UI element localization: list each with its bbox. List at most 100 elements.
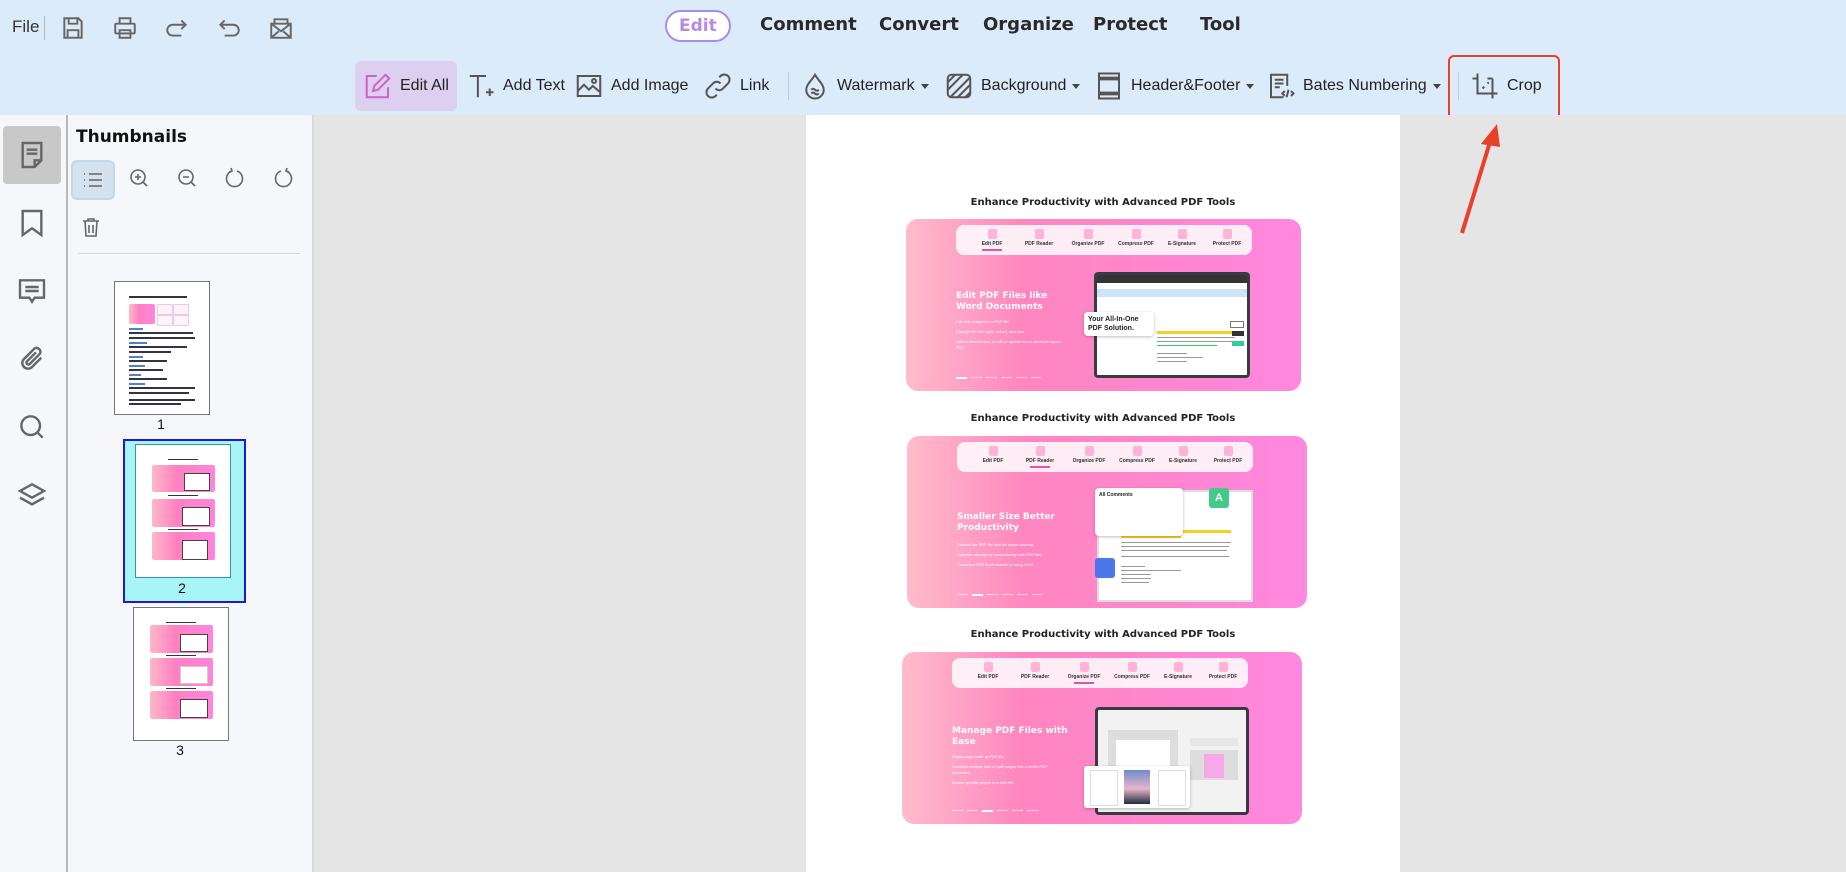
add-text-icon	[469, 75, 494, 98]
zoom-in-icon	[130, 169, 148, 187]
banner-tab: Protect PDF	[1197, 229, 1257, 247]
layers-icon[interactable]	[3, 466, 61, 524]
caret-down-icon	[1246, 83, 1255, 89]
banner-tabs: Edit PDF PDF Reader Organize PDF Compres…	[957, 442, 1253, 472]
rotate-left-button[interactable]	[215, 160, 255, 196]
thumbnail-page-2[interactable]: 2	[123, 439, 246, 603]
carousel-dots	[952, 810, 1038, 812]
bates-numbering-dropdown[interactable]: Bates Numbering	[1266, 61, 1441, 111]
thumbnails-icon[interactable]	[3, 126, 61, 184]
list-view-button[interactable]	[71, 160, 115, 200]
banner-bullet: Extract specific pages to a new file.	[952, 780, 1015, 785]
main-menu: Edit Comment Convert Organize Protect To…	[0, 10, 1846, 44]
divider	[78, 253, 300, 254]
pencil-icon	[365, 73, 391, 99]
thumbnail-page-3[interactable]: 3	[133, 605, 233, 758]
rotate-right-button[interactable]	[263, 160, 303, 196]
banner-tabs: Edit PDF PDF Reader Organize PDF Compres…	[956, 225, 1252, 255]
tab-protect[interactable]: Protect	[1093, 14, 1168, 35]
banner-bullet: Combine multiple files or split pages in…	[952, 764, 1048, 775]
top-toolbar: File Edit Comment Convert Organize Prote…	[0, 0, 1846, 115]
tab-organize[interactable]: Organize	[983, 14, 1074, 35]
page-preview	[133, 607, 229, 741]
page-preview	[135, 444, 231, 578]
crop-label: Crop	[1507, 77, 1542, 94]
caret-down-icon	[1432, 83, 1441, 89]
rotate-right-icon	[274, 167, 293, 188]
panel-title: Thumbnails	[76, 127, 188, 147]
sidebar-rail	[0, 115, 68, 872]
watermark-icon	[805, 72, 825, 100]
page-number: 1	[157, 416, 165, 432]
caret-down-icon	[1072, 83, 1081, 89]
background-dropdown[interactable]: Background	[944, 61, 1081, 111]
crop-button[interactable]: Crop	[1470, 61, 1542, 111]
banner-heading: Smaller Size Better Productivity	[957, 512, 1055, 533]
banner-edit-pdf: Edit PDF PDF Reader Organize PDF Compres…	[906, 219, 1301, 391]
watermark-label: Watermark	[837, 77, 915, 94]
banner-callout: Your All-In-One PDF Solution.	[1084, 312, 1154, 336]
section-title: Enhance Productivity with Advanced PDF T…	[970, 629, 1236, 640]
tab-convert[interactable]: Convert	[879, 14, 959, 35]
background-label: Background	[981, 77, 1067, 94]
banner-bullet: Change the font style, colors, and size.	[956, 329, 1025, 334]
add-text-label: Add Text	[503, 77, 565, 94]
tab-tool[interactable]: Tool	[1200, 14, 1241, 35]
attachment-icon[interactable]	[3, 330, 61, 388]
banner-bullet: Add or remove text, to edit or update an…	[956, 339, 1061, 350]
banner-bullet: Reduce the PDF file size for easier shar…	[957, 542, 1035, 547]
page-preview	[114, 281, 210, 415]
divider	[788, 72, 789, 100]
page-number: 3	[176, 742, 184, 758]
divider	[1458, 72, 1459, 100]
section-title: Enhance Productivity with Advanced PDF T…	[970, 413, 1236, 424]
thumbnails-panel: Thumbnails 1 2 3	[68, 115, 315, 872]
banner-tabs: Edit PDF PDF Reader Organize PDF Compres…	[952, 658, 1248, 688]
trash-icon	[83, 218, 99, 237]
banner-compress-pdf: Edit PDF PDF Reader Organize PDF Compres…	[907, 436, 1307, 608]
banner-bullet: Edit text, images in a PDF file.	[956, 319, 1010, 324]
edit-all-button[interactable]: Edit All	[355, 61, 457, 111]
search-icon[interactable]	[3, 398, 61, 456]
add-image-label: Add Image	[611, 77, 689, 94]
rotate-left-icon	[225, 167, 244, 188]
section-title: Enhance Productivity with Advanced PDF T…	[970, 197, 1236, 208]
thumbnail-page-1[interactable]: 1	[111, 279, 211, 432]
document-icon	[1095, 558, 1115, 578]
bates-numbering-icon	[1270, 73, 1295, 99]
tab-comment[interactable]: Comment	[760, 14, 857, 35]
crop-icon	[1472, 73, 1498, 99]
bookmark-icon[interactable]	[3, 194, 61, 252]
link-label: Link	[740, 77, 770, 94]
header-footer-label: Header&Footer	[1131, 77, 1241, 94]
header-footer-icon	[1098, 72, 1120, 100]
tab-edit[interactable]: Edit	[665, 10, 731, 42]
pdf-page: Enhance Productivity with Advanced PDF T…	[806, 115, 1400, 872]
page-number: 2	[178, 580, 186, 596]
list-icon	[84, 173, 102, 187]
delete-page-button[interactable]	[71, 209, 111, 245]
banner-tab: Protect PDF	[1193, 662, 1253, 680]
page-organizer-preview	[1084, 766, 1190, 808]
banner-bullet: Adjust page order of PDF file.	[952, 754, 1005, 759]
banner-organize-pdf: Edit PDF PDF Reader Organize PDF Compres…	[902, 652, 1302, 824]
carousel-dots	[956, 377, 1042, 379]
comment-icon[interactable]	[3, 262, 61, 320]
background-icon	[946, 73, 972, 99]
image-icon	[576, 75, 602, 97]
add-image-button[interactable]: Add Image	[574, 61, 688, 111]
banner-heading: Edit PDF Files like Word Documents	[956, 291, 1048, 312]
add-text-button[interactable]: Add Text	[466, 61, 565, 111]
banner-tab: Protect PDF	[1198, 446, 1258, 464]
carousel-dots	[957, 594, 1043, 596]
watermark-dropdown[interactable]: Watermark	[800, 61, 929, 111]
banner-bullet: Optimize storage by compressing bulk PDF…	[957, 552, 1044, 557]
caret-down-icon	[920, 83, 929, 89]
zoom-out-button[interactable]	[167, 160, 207, 196]
zoom-in-button[interactable]	[119, 160, 159, 196]
link-button[interactable]: Link	[703, 61, 769, 111]
edit-all-label: Edit All	[400, 77, 449, 94]
zoom-out-icon	[178, 169, 196, 187]
header-footer-dropdown[interactable]: Header&Footer	[1094, 61, 1255, 111]
banner-callout: All Comments	[1095, 488, 1183, 536]
